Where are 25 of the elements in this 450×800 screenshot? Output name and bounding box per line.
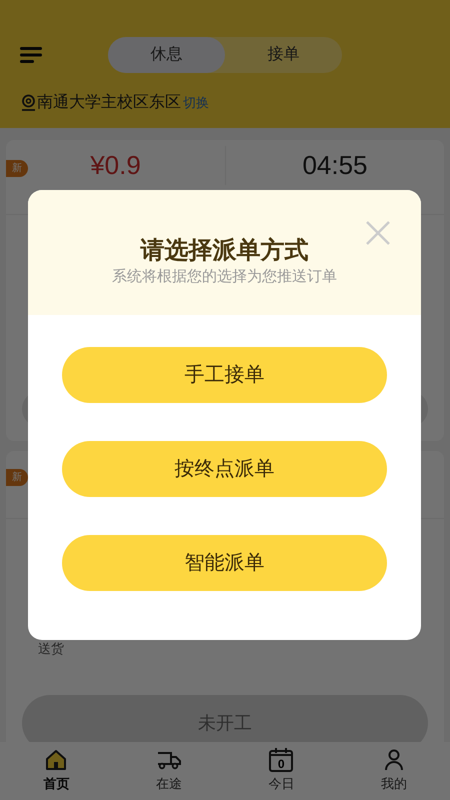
mode-tab[interactable]: 接单	[225, 37, 342, 73]
switch-link[interactable]: 切换	[183, 93, 209, 113]
new-badge: 新	[6, 160, 28, 177]
dialog-subtitle: 系统将根据您的选择为您推送订单	[112, 267, 337, 287]
calendar-icon	[269, 748, 294, 772]
location-text: 南通大学主校区东区	[37, 92, 181, 113]
mode-tab[interactable]: 休息	[108, 37, 225, 73]
dispatch-option-button[interactable]: 智能派单	[62, 535, 387, 591]
note-text: 送货	[38, 640, 64, 658]
user-icon	[382, 749, 405, 772]
dialog-title: 请选择派单方式	[140, 236, 308, 266]
price-text: ¥0.9	[90, 149, 141, 182]
menu-icon[interactable]	[20, 47, 42, 63]
dispatch-option-button[interactable]: 手工接单	[62, 347, 387, 403]
location-pin-icon	[20, 94, 37, 112]
dispatch-option-button[interactable]: 按终点派单	[62, 441, 387, 497]
nav-tab[interactable]: 在途	[112, 748, 225, 794]
home-icon	[45, 749, 68, 772]
countdown-text: 04:55	[302, 149, 368, 182]
calendar-day-text: 0	[278, 758, 285, 770]
truck-icon	[156, 750, 181, 770]
nav-tab[interactable]: 首页	[0, 748, 112, 794]
nav-tab[interactable]: 我的	[338, 748, 450, 794]
new-badge: 新	[6, 469, 28, 486]
nav-tab[interactable]: 0 今日	[225, 748, 338, 794]
